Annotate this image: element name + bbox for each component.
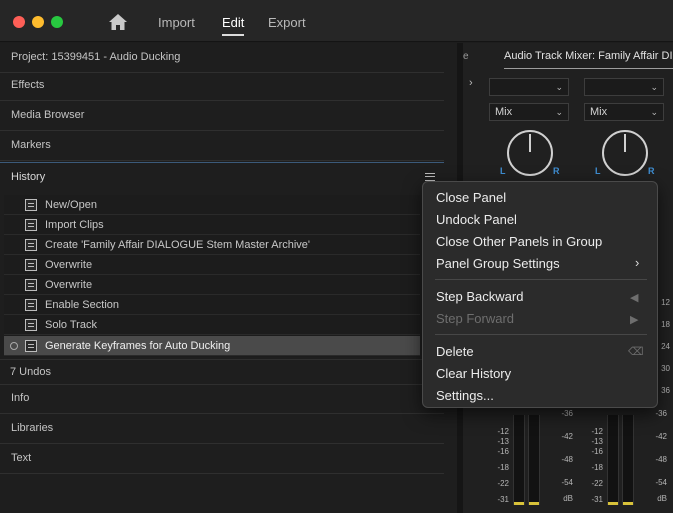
pan-left-label: L — [500, 166, 506, 176]
menu-item-delete[interactable]: Delete — [436, 344, 474, 359]
history-step-icon — [25, 199, 37, 211]
channel-2-input-select[interactable]: ⌄ — [584, 78, 664, 96]
channel-1-mode-select[interactable]: Mix ⌄ — [489, 103, 569, 121]
channel-1-input-select[interactable]: ⌄ — [489, 78, 569, 96]
history-step-icon — [25, 259, 37, 271]
tab-overflow-icon[interactable]: e — [463, 51, 469, 62]
pan-right-label: R — [553, 166, 560, 176]
history-item-label: Import Clips — [45, 219, 104, 231]
history-item-label: Generate Keyframes for Auto Ducking — [45, 340, 231, 352]
channel-1-level-meter — [513, 415, 525, 505]
left-panel-group: Project: 15399451 - Audio Ducking Effect… — [0, 43, 457, 513]
chevron-down-icon: ⌄ — [555, 107, 563, 117]
history-item[interactable]: Overwrite — [4, 255, 420, 275]
menu-item-clear-history[interactable]: Clear History — [436, 366, 511, 381]
audio-track-mixer-tab[interactable]: Audio Track Mixer: Family Affair DI — [504, 50, 673, 62]
delete-key-icon: ⌫ — [628, 346, 644, 358]
history-step-icon — [25, 279, 37, 291]
meter-db-scale-2: -36 -42 -48 -54 dB — [655, 409, 667, 503]
media-browser-panel-tab[interactable]: Media Browser — [0, 101, 444, 131]
active-nav-underline — [222, 34, 244, 36]
info-panel-tab[interactable]: Info — [0, 384, 444, 414]
history-step-icon — [25, 299, 37, 311]
history-step-icon — [25, 319, 37, 331]
history-item-label: Solo Track — [45, 319, 97, 331]
channel-2-level-meter-r — [622, 415, 634, 505]
project-panel-tab[interactable]: Project: 15399451 - Audio Ducking — [0, 43, 444, 73]
history-item-selected[interactable]: Generate Keyframes for Auto Ducking — [4, 336, 420, 356]
undo-count: 7 Undos — [0, 359, 444, 385]
channel-2-mode-value: Mix — [590, 106, 608, 118]
menu-item-panel-group-settings[interactable]: Panel Group Settings — [436, 256, 560, 271]
menu-separator — [435, 279, 647, 280]
menu-item-step-forward: Step Forward — [436, 311, 515, 326]
history-item[interactable]: Overwrite — [4, 275, 420, 295]
history-item[interactable]: Import Clips — [4, 215, 420, 235]
history-list: New/Open Import Clips Create 'Family Aff… — [4, 195, 420, 357]
history-panel-title: History — [11, 171, 46, 183]
submenu-chevron-icon: › — [635, 255, 640, 270]
chevron-right-icon[interactable]: › — [469, 77, 473, 89]
nav-edit[interactable]: Edit — [222, 15, 244, 30]
menu-item-step-backward[interactable]: Step Backward — [436, 289, 523, 304]
channel-1-mode-value: Mix — [495, 106, 513, 118]
home-icon[interactable] — [108, 13, 128, 31]
history-item-label: Overwrite — [45, 259, 93, 271]
history-item-label: Overwrite — [45, 279, 93, 291]
close-window-button[interactable] — [13, 16, 25, 28]
effects-panel-tab[interactable]: Effects — [0, 71, 444, 101]
step-backward-shortcut-icon: ◀ — [630, 292, 639, 304]
meter-scale-channel-2: -12 -13 -16 -18 -22 -31 -∞ — [591, 427, 603, 513]
zoom-window-button[interactable] — [51, 16, 63, 28]
meter-db-scale-1: -36 -42 -48 -54 dB — [561, 409, 573, 503]
history-item[interactable]: Solo Track — [4, 315, 420, 335]
menu-item-undock-panel[interactable]: Undock Panel — [436, 212, 517, 227]
chevron-down-icon: ⌄ — [555, 82, 563, 92]
history-step-icon — [25, 219, 37, 231]
history-item-label: Enable Section — [45, 299, 119, 311]
step-forward-shortcut-icon: ▶ — [630, 314, 639, 326]
nav-import[interactable]: Import — [158, 15, 195, 30]
channel-2-mode-select[interactable]: Mix ⌄ — [584, 103, 664, 121]
libraries-panel-tab[interactable]: Libraries — [0, 414, 444, 444]
meter-scale-right-top: 12 18 24 30 36 — [661, 298, 670, 395]
menu-item-close-other-panels[interactable]: Close Other Panels in Group — [436, 234, 602, 249]
channel-1-pan-knob[interactable] — [507, 130, 553, 176]
meter-scale-channel-1: -12 -13 -16 -18 -22 -31 -∞ — [497, 427, 509, 513]
history-step-icon — [25, 239, 37, 251]
pan-left-label: L — [595, 166, 601, 176]
history-item[interactable]: New/Open — [4, 195, 420, 215]
history-item[interactable]: Create 'Family Affair DIALOGUE Stem Mast… — [4, 235, 420, 255]
minimize-window-button[interactable] — [32, 16, 44, 28]
menu-item-settings[interactable]: Settings... — [436, 388, 494, 403]
panel-context-menu: Close Panel Undock Panel Close Other Pan… — [422, 181, 658, 408]
pan-right-label: R — [648, 166, 655, 176]
history-step-icon — [25, 340, 37, 352]
title-bar: Import Edit Export — [0, 0, 673, 42]
menu-item-close-panel[interactable]: Close Panel — [436, 190, 506, 205]
history-item-label: Create 'Family Affair DIALOGUE Stem Mast… — [45, 239, 311, 251]
channel-2-level-meter — [607, 415, 619, 505]
channel-2-pan-knob[interactable] — [602, 130, 648, 176]
chevron-down-icon: ⌄ — [650, 82, 658, 92]
history-item-label: New/Open — [45, 199, 97, 211]
current-state-radio-icon — [10, 342, 18, 350]
chevron-down-icon: ⌄ — [650, 107, 658, 117]
history-panel-tab[interactable]: History — [0, 162, 444, 192]
panel-menu-icon[interactable] — [425, 173, 435, 181]
nav-export[interactable]: Export — [268, 15, 306, 30]
text-panel-tab[interactable]: Text — [0, 444, 444, 474]
markers-panel-tab[interactable]: Markers — [0, 131, 444, 161]
menu-separator — [435, 334, 647, 335]
channel-1-level-meter-r — [528, 415, 540, 505]
history-item[interactable]: Enable Section — [4, 295, 420, 315]
active-tab-underline — [504, 68, 673, 69]
